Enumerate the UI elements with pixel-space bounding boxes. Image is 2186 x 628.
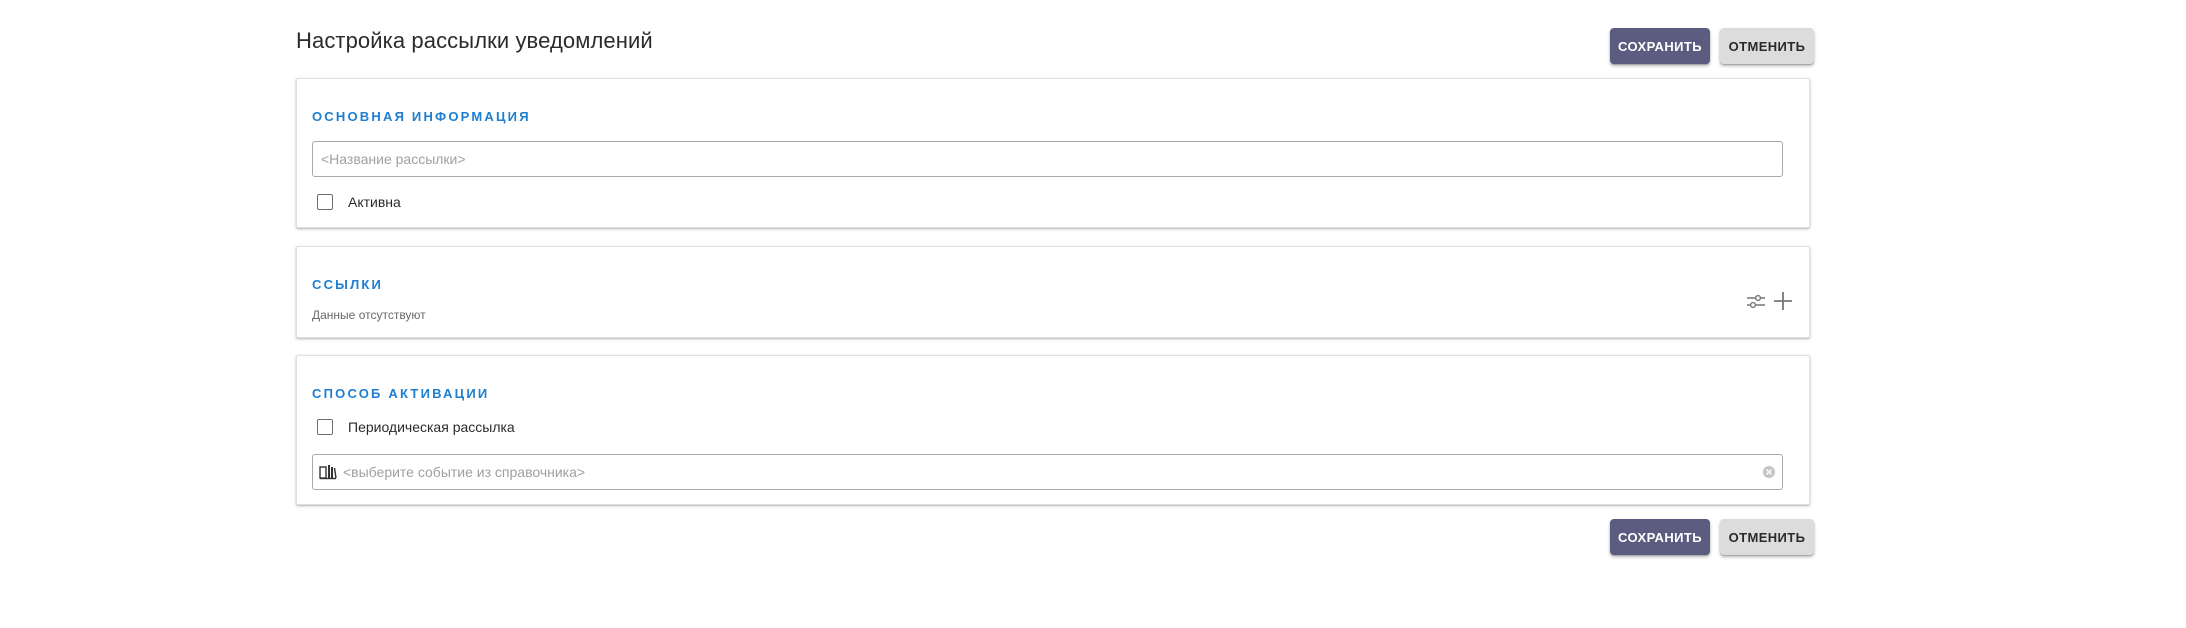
plus-icon[interactable] — [1771, 289, 1795, 313]
active-checkbox[interactable] — [317, 194, 333, 210]
event-select-placeholder: <выберите событие из справочника> — [343, 464, 586, 480]
periodic-checkbox-row[interactable]: Периодическая рассылка — [317, 417, 515, 437]
tune-icon[interactable] — [1744, 290, 1768, 314]
cancel-button-top[interactable]: ОТМЕНИТЬ — [1720, 28, 1814, 64]
activation-card: СПОСОБ АКТИВАЦИИ Периодическая рассылка … — [296, 355, 1810, 505]
links-title: ССЫЛКИ — [312, 277, 384, 292]
clear-icon[interactable] — [1762, 465, 1776, 484]
basic-info-title: ОСНОВНАЯ ИНФОРМАЦИЯ — [312, 109, 531, 124]
basic-info-card: ОСНОВНАЯ ИНФОРМАЦИЯ Активна — [296, 78, 1810, 228]
links-empty-text: Данные отсутствуют — [312, 308, 426, 322]
save-button-top[interactable]: СОХРАНИТЬ — [1610, 28, 1710, 64]
page-title: Настройка рассылки уведомлений — [296, 28, 653, 53]
active-checkbox-row[interactable]: Активна — [317, 192, 401, 212]
periodic-label: Периодическая рассылка — [348, 419, 515, 435]
save-button-bottom[interactable]: СОХРАНИТЬ — [1610, 519, 1710, 555]
active-label: Активна — [348, 194, 401, 210]
links-card: ССЫЛКИ Данные отсутствуют — [296, 246, 1810, 338]
page-header: Настройка рассылки уведомлений СОХРАНИТЬ… — [296, 24, 1814, 64]
book-icon[interactable] — [319, 464, 337, 485]
cancel-button-bottom[interactable]: ОТМЕНИТЬ — [1720, 519, 1814, 555]
periodic-checkbox[interactable] — [317, 419, 333, 435]
mailing-name-input[interactable] — [312, 141, 1783, 177]
activation-title: СПОСОБ АКТИВАЦИИ — [312, 386, 490, 401]
event-select[interactable]: <выберите событие из справочника> — [312, 454, 1783, 490]
